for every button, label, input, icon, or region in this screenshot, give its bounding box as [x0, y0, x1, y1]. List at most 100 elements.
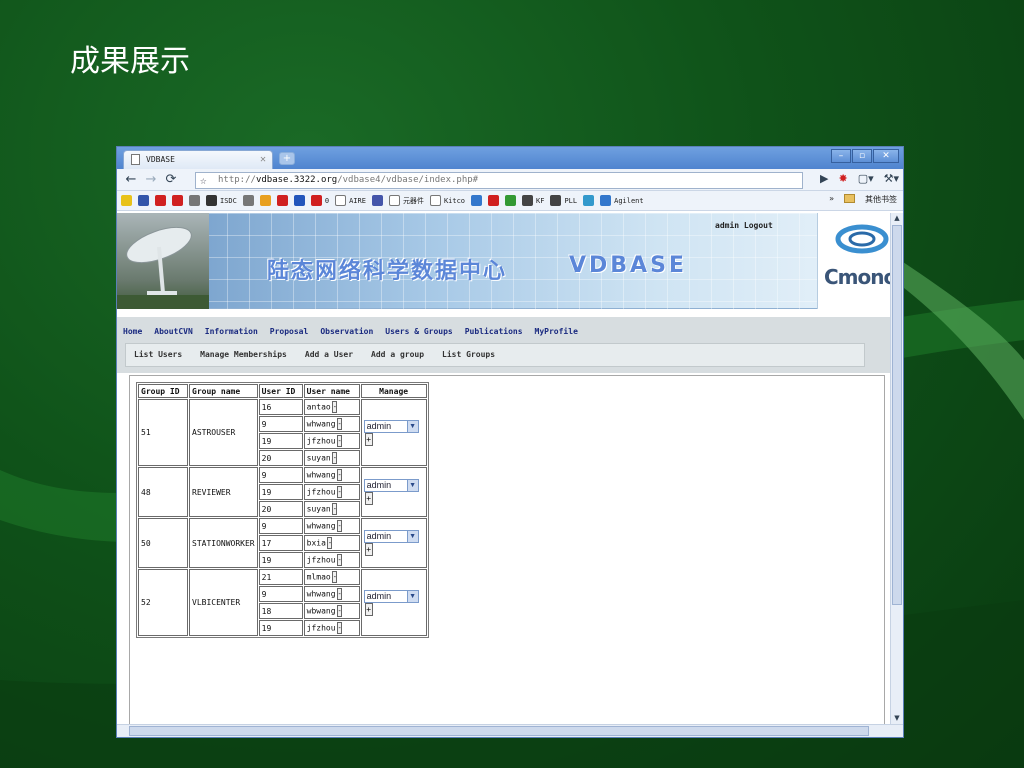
user-select[interactable]: admin ▼: [363, 530, 419, 543]
add-user-button[interactable]: +: [364, 543, 373, 556]
user-select[interactable]: admin ▼: [363, 419, 419, 433]
bracket-icon: [189, 195, 200, 206]
user-id-cell: 19: [258, 484, 303, 500]
submenu-item[interactable]: Manage Memberships: [200, 350, 287, 359]
url-host: vdbase.3322.org: [255, 175, 338, 185]
user-name: whwang: [306, 521, 336, 531]
remove-user-button[interactable]: -: [331, 401, 337, 413]
remove-user-button[interactable]: -: [336, 486, 342, 498]
wrench-menu-icon[interactable]: ⚒▾: [884, 172, 899, 185]
browser-tab[interactable]: VDBASE ✕: [123, 150, 273, 169]
bookmark-item[interactable]: [276, 195, 288, 206]
cmonoc-logo: Cmonoc: [817, 213, 891, 309]
bookmark-item[interactable]: [138, 195, 149, 206]
menu-item[interactable]: Publications: [465, 327, 523, 336]
bookmark-item[interactable]: [583, 195, 595, 206]
menu-item[interactable]: Information: [205, 327, 258, 336]
remove-user-button[interactable]: -: [336, 469, 342, 481]
menu-item[interactable]: Proposal: [270, 327, 309, 336]
bookmark-item[interactable]: [488, 195, 500, 206]
submenu-item[interactable]: List Users: [134, 350, 182, 359]
other-bookmarks[interactable]: » 其他书签: [829, 194, 897, 205]
remove-user-button[interactable]: -: [336, 622, 342, 634]
table-row: 51 ASTROUSER 16 antao - admin ▼ +: [138, 399, 427, 466]
admin-logout-link[interactable]: admin Logout: [715, 221, 773, 230]
remove-user-button[interactable]: -: [331, 571, 337, 583]
bookmarks-chevron-icon[interactable]: »: [829, 194, 834, 205]
remove-user-button[interactable]: -: [331, 503, 337, 515]
submenu-item[interactable]: Add a User: [305, 350, 353, 359]
bookmark-item[interactable]: PLL: [550, 195, 577, 206]
remove-user-button[interactable]: -: [336, 418, 342, 430]
chevron-down-icon[interactable]: ▼: [406, 420, 418, 432]
bookmark-item[interactable]: 元器件: [388, 195, 424, 206]
bookmark-item[interactable]: [155, 195, 166, 206]
user-name: whwang: [306, 589, 336, 599]
bookmark-item[interactable]: [189, 195, 200, 206]
add-user-button[interactable]: +: [364, 602, 373, 616]
bookmark-star-icon[interactable]: ☆: [200, 173, 207, 188]
add-user-button[interactable]: +: [364, 432, 373, 446]
remove-user-button[interactable]: -: [336, 605, 342, 617]
menu-item[interactable]: AboutCVN: [154, 327, 193, 336]
forward-icon[interactable]: →: [141, 170, 161, 190]
page-menu-icon[interactable]: ▢▾: [858, 172, 874, 185]
reload-icon[interactable]: ⟳: [161, 170, 181, 190]
remove-user-button[interactable]: -: [326, 537, 332, 549]
bookmark-item[interactable]: [371, 195, 383, 206]
remove-user-button[interactable]: -: [336, 588, 342, 600]
bookmark-item[interactable]: [293, 195, 305, 206]
maximize-button[interactable]: ▫: [852, 149, 872, 163]
back-icon[interactable]: ←: [121, 170, 141, 190]
horizontal-scrollbar[interactable]: [117, 724, 903, 737]
go-icon[interactable]: ▶: [820, 172, 828, 185]
scroll-down-icon[interactable]: ▼: [892, 714, 902, 724]
bookmark-item[interactable]: [259, 195, 271, 206]
bookmark-item[interactable]: ISDC: [206, 195, 237, 206]
bookmark-item[interactable]: [172, 195, 183, 206]
bookmark-item[interactable]: [242, 195, 254, 206]
bookmark-item[interactable]: KF: [522, 195, 544, 206]
tool-icon: [310, 195, 322, 206]
vertical-scrollbar[interactable]: ▲ ▼: [890, 213, 903, 725]
bookmark-item[interactable]: Agilent: [600, 195, 644, 206]
chevron-down-icon[interactable]: ▼: [406, 590, 418, 602]
tab-close-icon[interactable]: ✕: [260, 151, 266, 169]
remove-user-button[interactable]: -: [331, 452, 337, 464]
user-id-cell: 9: [258, 416, 303, 432]
bookmark-item[interactable]: Kitco: [429, 195, 465, 206]
horizontal-scroll-thumb[interactable]: [129, 726, 869, 736]
add-user-button[interactable]: +: [364, 492, 373, 505]
user-id-cell: 20: [258, 501, 303, 517]
bookmark-item[interactable]: AIRE: [335, 195, 366, 206]
bookmark-item[interactable]: [471, 195, 483, 206]
radio-telescope-photo: [117, 213, 209, 309]
vertical-scroll-thumb[interactable]: [892, 225, 902, 605]
bookmark-item[interactable]: [505, 195, 517, 206]
scroll-up-icon[interactable]: ▲: [892, 214, 902, 224]
minimize-button[interactable]: –: [831, 149, 851, 163]
remove-user-button[interactable]: -: [336, 520, 342, 532]
address-bar[interactable]: ☆ http://vdbase.3322.org/vdbase4/vdbase/…: [195, 172, 803, 189]
remove-user-button[interactable]: -: [336, 435, 342, 447]
user-select[interactable]: admin ▼: [363, 479, 419, 492]
bookmark-item[interactable]: [121, 195, 132, 206]
user-name: jfzhou: [306, 487, 336, 497]
submenu-item[interactable]: Add a group: [371, 350, 424, 359]
user-select[interactable]: admin ▼: [363, 589, 419, 603]
remove-user-button[interactable]: -: [336, 554, 342, 566]
menu-item[interactable]: Observation: [320, 327, 373, 336]
extension-bug-icon[interactable]: ✸: [838, 172, 847, 185]
bookmark-item[interactable]: 0: [310, 195, 329, 206]
user-select-value: admin: [366, 590, 392, 601]
close-window-button[interactable]: ✕: [873, 149, 899, 163]
title-bar: VDBASE ✕ + – ▫ ✕: [117, 147, 903, 169]
user-name-cell: whwang -: [303, 416, 360, 432]
chevron-down-icon[interactable]: ▼: [406, 531, 418, 542]
chevron-down-icon[interactable]: ▼: [406, 480, 418, 491]
menu-item[interactable]: Home: [123, 327, 142, 336]
new-tab-button[interactable]: +: [279, 152, 295, 165]
menu-item[interactable]: Users & Groups: [385, 327, 452, 336]
menu-item[interactable]: MyProfile: [535, 327, 578, 336]
submenu-item[interactable]: List Groups: [442, 350, 495, 359]
